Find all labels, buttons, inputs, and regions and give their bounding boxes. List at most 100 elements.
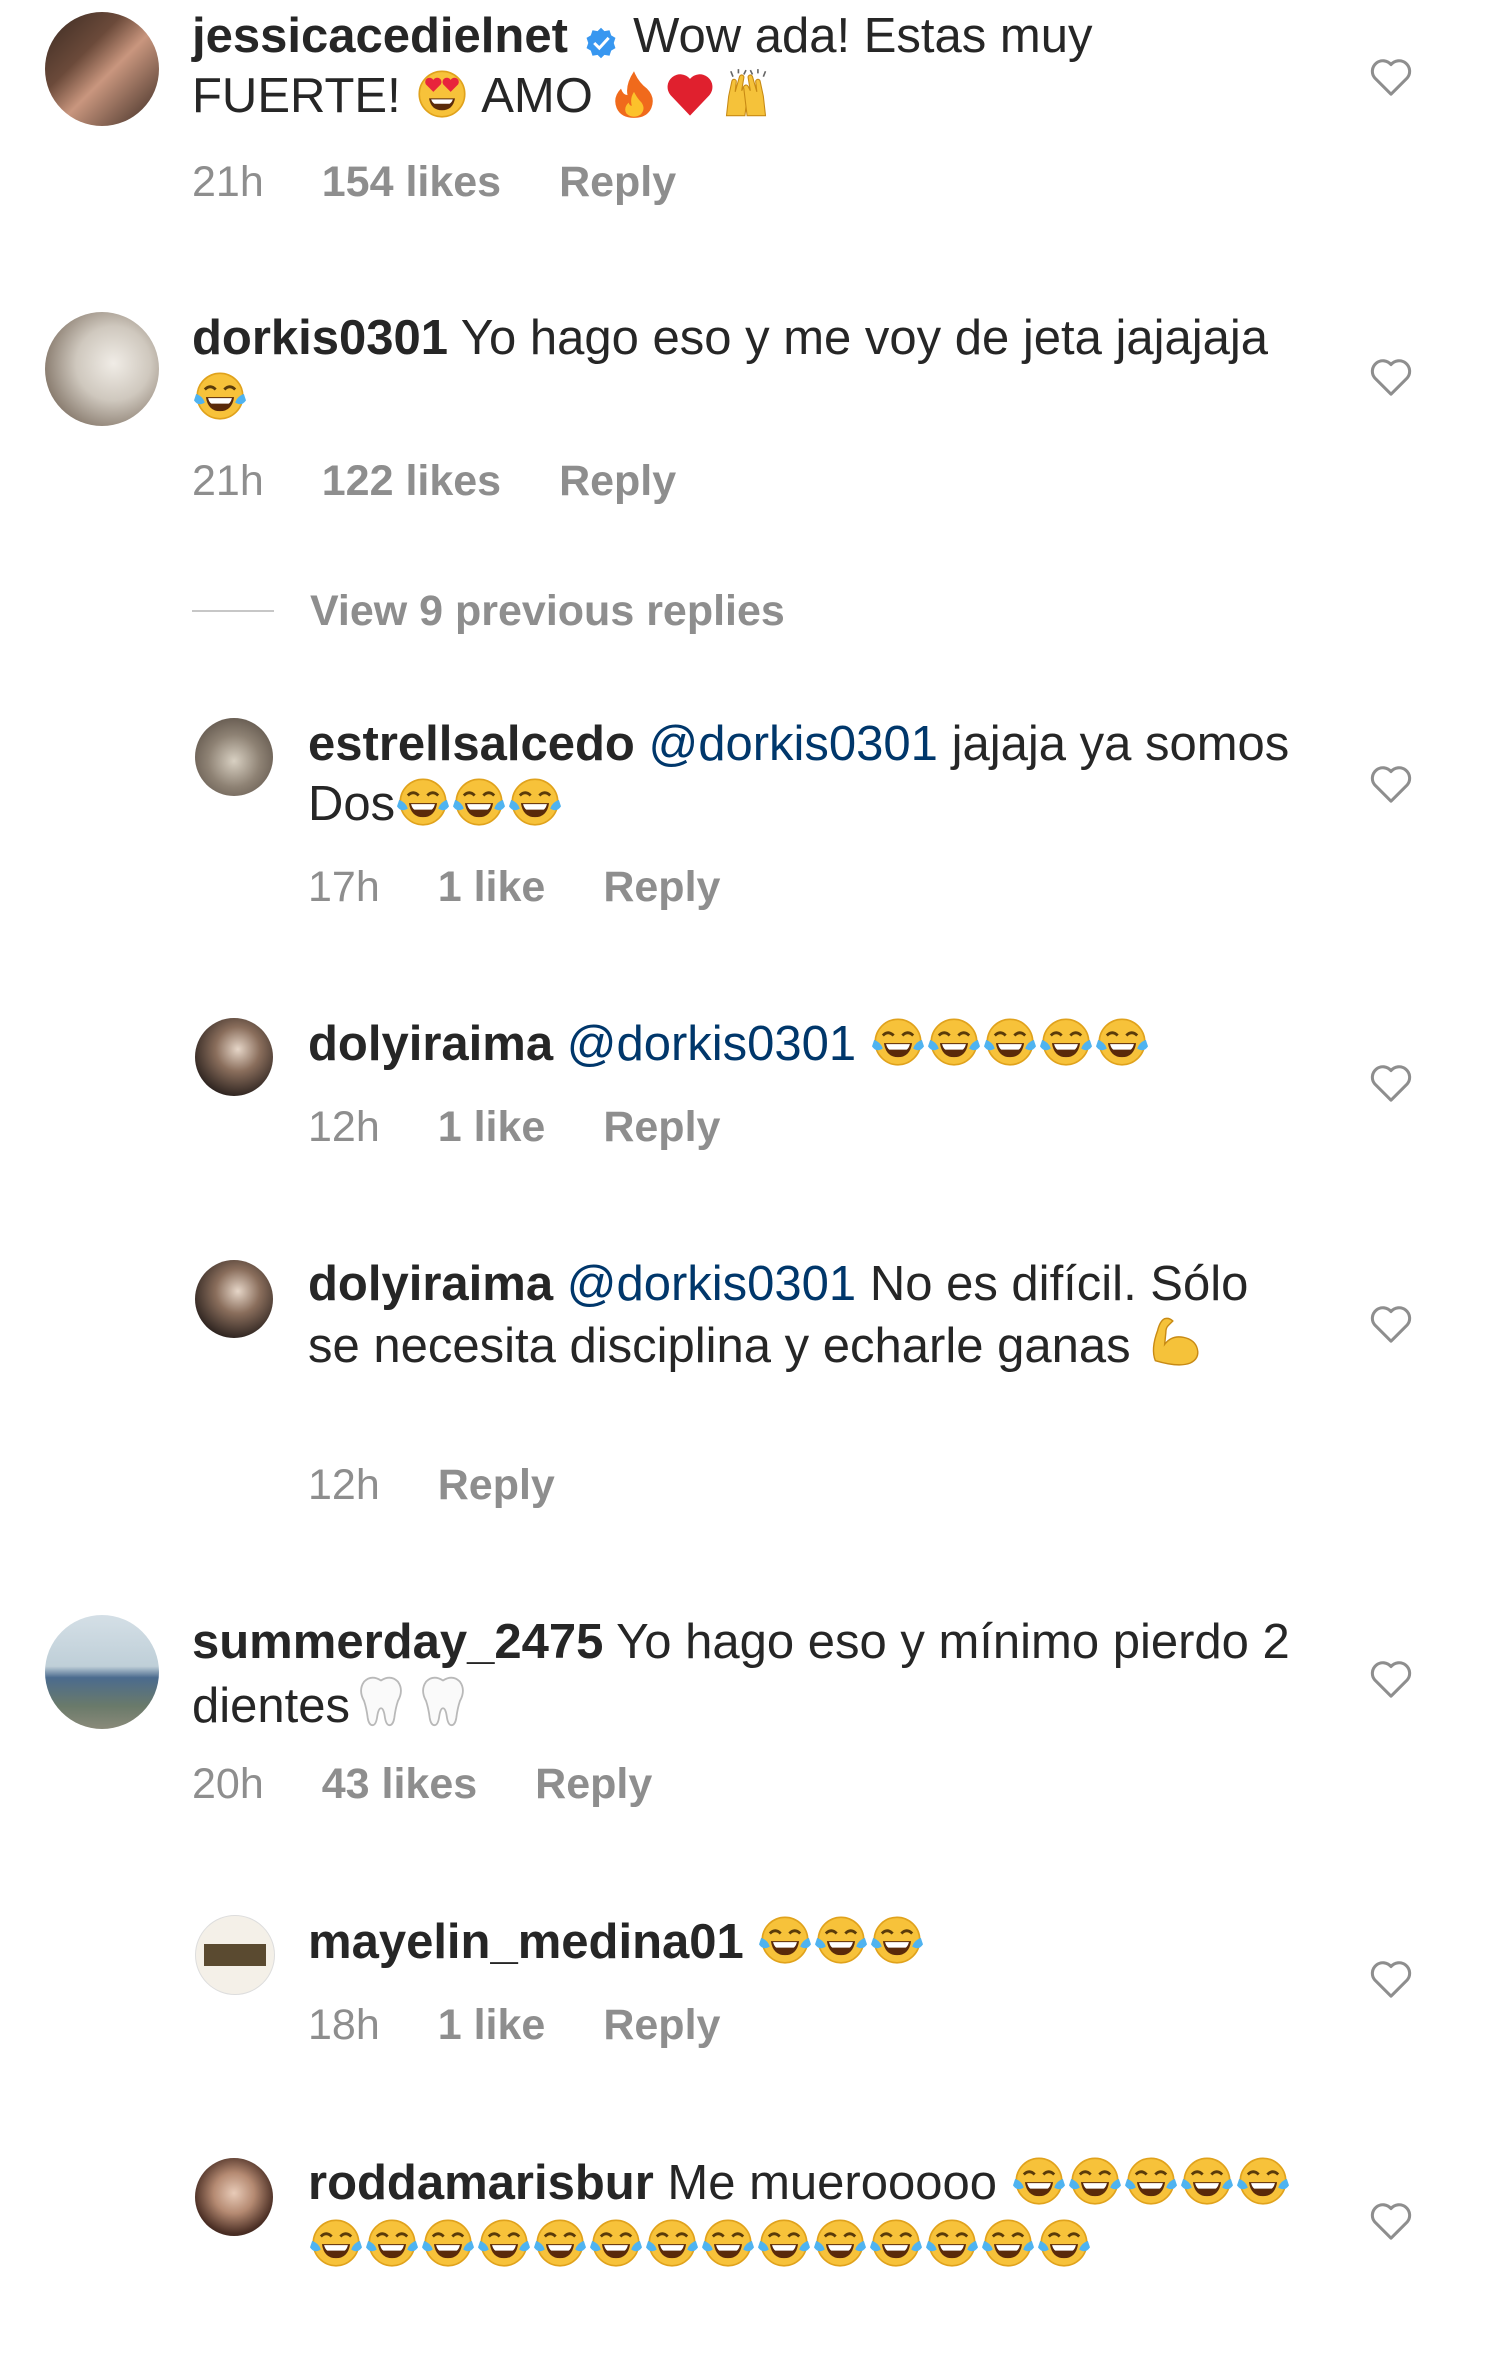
avatar[interactable] [45,312,159,426]
comment-username[interactable]: dolyiraima [308,1017,553,1071]
tears-of-joy-emoji [872,1016,924,1068]
comment-meta: 17h 1 like Reply [308,862,778,912]
comment-time: 21h [192,158,264,206]
likes-count[interactable]: 1 like [438,1102,546,1152]
tears-of-joy-emoji [1096,1016,1148,1068]
tears-of-joy-emoji [1181,2155,1233,2207]
reply-button[interactable]: Reply [535,1759,652,1809]
comment-meta: 18h 1 like Reply [308,2000,778,2050]
comment-text: dorkis0301 Yo hago eso y me voy de jeta … [192,308,1312,428]
tears-of-joy-emoji [453,776,505,828]
tears-of-joy-emoji [422,2217,474,2269]
tears-of-joy-emoji [366,2217,418,2269]
heart-outline-icon[interactable] [1368,1303,1414,1345]
tears-of-joy-emoji [928,1016,980,1068]
tears-of-joy-emoji [1069,2155,1121,2207]
heart-outline-icon[interactable] [1368,763,1414,805]
comment-text: dolyiraima @dorkis0301 No es difícil. Só… [308,1254,1308,1376]
comment-text: jessicacedielnet Wow ada! Estas muy FUER… [192,6,1312,126]
heart-outline-icon[interactable] [1368,1658,1414,1700]
comment-time: 21h [192,457,264,505]
tears-of-joy-emoji [758,2217,810,2269]
comment-username[interactable]: estrellsalcedo [308,717,635,771]
flexed-biceps-emoji [1146,1314,1202,1370]
raised-hands-emoji [720,68,772,120]
fire-emoji [608,68,660,120]
tears-of-joy-emoji [1125,2155,1177,2207]
mention-link[interactable]: @dorkis0301 [567,1257,856,1311]
comment-meta: 21h 122 likes Reply [192,456,734,506]
comment-text: summerday_2475 Yo hago eso y mínimo pier… [192,1612,1312,1736]
likes-count[interactable]: 154 likes [322,157,501,207]
likes-count[interactable]: 43 likes [322,1759,477,1809]
comment-time: 17h [308,863,380,911]
comment-username[interactable]: jessicacedielnet [192,9,568,63]
tears-of-joy-emoji [478,2217,530,2269]
comment-body: Me muerooooo [653,2156,1011,2210]
tears-of-joy-emoji [1038,2217,1090,2269]
comment-meta: 12h Reply [308,1460,613,1510]
heart-outline-icon[interactable] [1368,356,1414,398]
comment-time: 20h [192,1760,264,1808]
comment-meta: 20h 43 likes Reply [192,1759,710,1809]
avatar[interactable] [195,1915,275,1995]
divider [192,610,274,612]
comment-text: dolyiraima @dorkis0301 [308,1014,1308,1074]
avatar[interactable] [195,718,273,796]
heart-eyes-emoji [416,68,468,120]
mention-link[interactable]: @dorkis0301 [648,717,937,771]
heart-outline-icon[interactable] [1368,2200,1414,2242]
comment-body: Yo hago eso y me voy de jeta jajajaja [448,311,1269,365]
tears-of-joy-emoji [646,2217,698,2269]
comment-text: roddamarisbur Me muerooooo [308,2152,1308,2276]
reply-button[interactable]: Reply [438,1460,555,1510]
mention-link[interactable]: @dorkis0301 [567,1017,856,1071]
likes-count[interactable]: 1 like [438,2000,546,2050]
comment-time: 12h [308,1103,380,1151]
avatar-image [204,1944,266,1966]
reply-button[interactable]: Reply [603,862,720,912]
red-heart-emoji [664,68,716,120]
comment-meta: 21h 154 likes Reply [192,157,734,207]
comment-username[interactable]: roddamarisbur [308,2156,654,2210]
tears-of-joy-emoji [1013,2155,1065,2207]
reply-button[interactable]: Reply [603,1102,720,1152]
tears-of-joy-emoji [702,2217,754,2269]
likes-count[interactable]: 122 likes [322,456,501,506]
comment-body-2: AMO [470,69,607,123]
tears-of-joy-emoji [534,2217,586,2269]
avatar[interactable] [195,1260,273,1338]
avatar[interactable] [195,1018,273,1096]
tears-of-joy-emoji [310,2217,362,2269]
tears-of-joy-emoji [814,2217,866,2269]
comment-username[interactable]: summerday_2475 [192,1615,603,1669]
tears-of-joy-emoji [870,2217,922,2269]
comment-username[interactable]: dolyiraima [308,1257,553,1311]
likes-count[interactable]: 1 like [438,862,546,912]
comment-body [744,1915,758,1969]
tears-of-joy-emoji [1040,1016,1092,1068]
tears-of-joy-emoji [194,370,246,422]
tears-of-joy-emoji [397,776,449,828]
tooth-emoji [352,1672,410,1730]
comment-time: 18h [308,2001,380,2049]
reply-button[interactable]: Reply [603,2000,720,2050]
avatar[interactable] [45,1615,159,1729]
view-previous-replies-button[interactable]: View 9 previous replies [192,586,785,636]
tooth-emoji [414,1672,472,1730]
comment-username[interactable]: mayelin_medina01 [308,1915,744,1969]
avatar[interactable] [45,12,159,126]
heart-outline-icon[interactable] [1368,1062,1414,1104]
reply-button[interactable]: Reply [559,456,676,506]
tears-of-joy-emoji [815,1914,867,1966]
heart-outline-icon[interactable] [1368,1958,1414,2000]
heart-outline-icon[interactable] [1368,56,1414,98]
tears-of-joy-emoji [1237,2155,1289,2207]
reply-button[interactable]: Reply [559,157,676,207]
comment-text: mayelin_medina01 [308,1912,1308,1972]
comment-username[interactable]: dorkis0301 [192,311,448,365]
tears-of-joy-emoji [590,2217,642,2269]
avatar[interactable] [195,2158,273,2236]
tears-of-joy-emoji [759,1914,811,1966]
comment-body [856,1017,870,1071]
